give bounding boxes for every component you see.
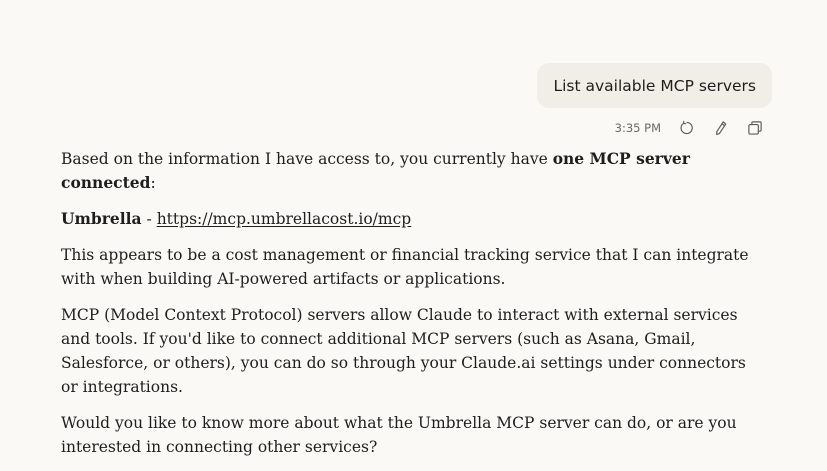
copy-icon: [748, 121, 762, 135]
intro-colon: :: [150, 174, 156, 192]
edit-icon: [716, 121, 727, 136]
assistant-response: Based on the information I have access t…: [61, 147, 761, 471]
intro-text: Based on the information I have access t…: [61, 150, 553, 168]
response-paragraph-description: This appears to be a cost management or …: [61, 246, 749, 288]
edit-button[interactable]: [711, 118, 731, 138]
message-timestamp: 3:35 PM: [614, 121, 661, 135]
retry-icon: [680, 120, 693, 135]
server-name: Umbrella: [61, 209, 142, 228]
message-actions: 3:35 PM: [615, 116, 765, 140]
response-paragraph-question: Would you like to know more about what t…: [61, 414, 737, 456]
server-url-link[interactable]: https://mcp.umbrellacost.io/mcp: [157, 210, 412, 228]
user-message-text: List available MCP servers: [553, 76, 756, 95]
retry-button[interactable]: [677, 118, 697, 138]
user-message-bubble: List available MCP servers: [537, 63, 772, 108]
response-paragraph-mcp-info: MCP (Model Context Protocol) servers all…: [61, 306, 746, 396]
server-separator: -: [141, 210, 157, 228]
response-paragraph-intro: Based on the information I have access t…: [61, 147, 761, 195]
copy-button[interactable]: [745, 118, 765, 138]
server-entry: Umbrella - https://mcp.umbrellacost.io/m…: [61, 207, 761, 231]
